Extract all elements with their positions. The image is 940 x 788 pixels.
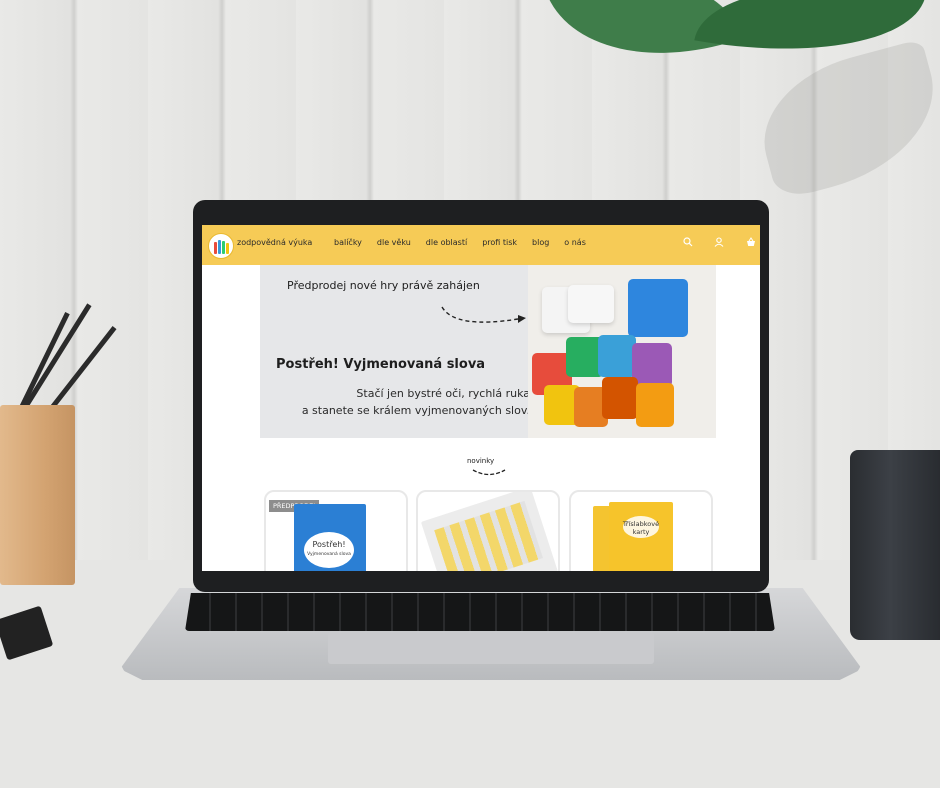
game-card	[568, 285, 614, 323]
banner-subtitle-line: Stačí jen bystré oči, rychlá ruka	[356, 387, 530, 400]
product-title: Tříslabkové karty	[622, 520, 660, 536]
user-icon[interactable]	[711, 236, 727, 252]
section-title-novinky: novinky	[467, 457, 495, 465]
product-board-grid	[434, 500, 544, 571]
laptop-keyboard	[185, 593, 775, 631]
product-label	[304, 532, 354, 568]
game-card	[598, 335, 636, 377]
coffee-mug	[850, 450, 940, 640]
product-box: Postřeh! Vyjmenovaná slova	[294, 504, 366, 571]
banner-subtitle-line: a stanete se králem vyjmenovaných slov.	[301, 404, 530, 417]
main-menu: balíčky dle věku dle oblastí profi tisk …	[334, 238, 586, 247]
underline-swoosh-icon	[472, 469, 506, 476]
pencil-cup	[0, 405, 75, 585]
menu-item-dle-veku[interactable]: dle věku	[377, 238, 411, 247]
laptop-touchpad	[328, 632, 654, 664]
product-card[interactable]: Tříslabkové karty	[569, 490, 713, 571]
game-card	[602, 377, 638, 419]
product-card[interactable]: PŘEDPRODEJ Postřeh! Vyjmenovaná slova	[264, 490, 408, 571]
product-card[interactable]	[416, 490, 560, 571]
banner-title: Postřeh! Vyjmenovaná slova	[276, 357, 486, 372]
brand-name[interactable]: zodpovědná výuka	[237, 238, 312, 247]
presale-text: Předprodej nové hry právě zahájen	[287, 279, 480, 292]
laptop-screen: zodpovědná výuka balíčky dle věku dle ob…	[202, 225, 760, 571]
menu-item-o-nas[interactable]: o nás	[564, 238, 586, 247]
product-box: Tříslabkové karty	[609, 502, 673, 571]
logo-icon[interactable]	[208, 233, 234, 259]
product-photo	[528, 265, 716, 438]
game-box	[628, 279, 688, 337]
dashed-arrow-icon	[441, 306, 526, 323]
menu-item-balicky[interactable]: balíčky	[334, 238, 362, 247]
game-card	[636, 383, 674, 427]
search-icon[interactable]	[680, 236, 696, 252]
product-board	[420, 492, 558, 571]
menu-item-profi-tisk[interactable]: profi tisk	[482, 238, 517, 247]
game-card	[632, 343, 672, 387]
banner-subtitle: Stačí jen bystré oči, rychlá ruka a stan…	[270, 385, 530, 419]
product-title: Postřeh!	[312, 540, 346, 549]
basket-icon[interactable]	[743, 236, 759, 252]
hero-banner[interactable]: Předprodej nové hry právě zahájen Postře…	[260, 265, 716, 438]
menu-item-dle-oblasti[interactable]: dle oblastí	[426, 238, 467, 247]
site-header: zodpovědná výuka balíčky dle věku dle ob…	[202, 225, 760, 265]
menu-item-blog[interactable]: blog	[532, 238, 549, 247]
product-subtitle: Vyjmenovaná slova	[307, 552, 351, 557]
